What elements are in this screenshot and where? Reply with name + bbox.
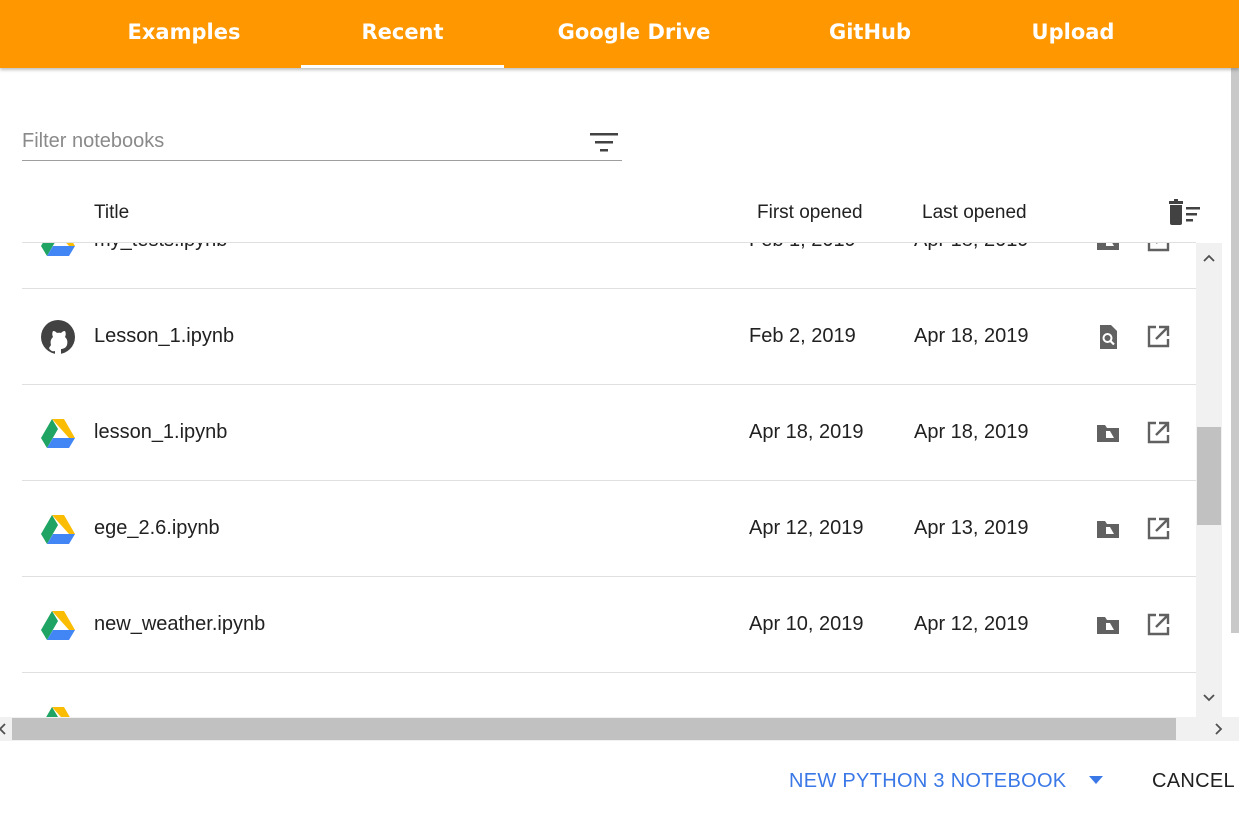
first-opened: Feb 1, 2019 — [749, 243, 856, 252]
first-opened: Apr 12, 2019 — [749, 517, 864, 539]
source-tabs: Examples Recent Google Drive GitHub Uplo… — [0, 0, 1239, 68]
notebook-list: my_tests.ipynb Feb 1, 2019 Apr 18, 2019 … — [22, 243, 1196, 717]
open-in-new-icon[interactable] — [1145, 420, 1171, 446]
filter-notebooks — [22, 124, 622, 161]
vertical-scrollbar[interactable] — [1196, 243, 1222, 717]
last-opened: Apr 18, 2019 — [914, 421, 1029, 443]
drive-folder-icon[interactable] — [1095, 612, 1121, 638]
google-drive-icon — [41, 515, 75, 544]
last-opened: Apr 18, 2019 — [914, 243, 1029, 252]
tab-github[interactable]: GitHub — [815, 0, 925, 68]
notebook-title[interactable]: my_tests.ipynb — [94, 243, 227, 252]
first-opened: Apr 10, 2019 — [749, 613, 864, 635]
notebook-title[interactable]: Lesson_1.ipynb — [94, 325, 234, 348]
google-drive-icon — [41, 419, 75, 448]
last-opened: Apr 13, 2019 — [914, 517, 1029, 539]
delete-sweep-icon[interactable] — [1166, 199, 1200, 227]
open-in-new-icon[interactable] — [1145, 516, 1171, 542]
tab-upload[interactable]: Upload — [1020, 0, 1126, 68]
dialog-footer: NEW PYTHON 3 NOTEBOOK CANCEL — [0, 741, 1239, 815]
search-document-icon[interactable] — [1095, 324, 1121, 350]
notebook-title[interactable]: new_weather.ipynb — [94, 613, 265, 636]
last-opened: Apr 18, 2019 — [914, 325, 1029, 347]
drive-folder-icon[interactable] — [1095, 420, 1121, 446]
scroll-down-icon[interactable] — [1202, 691, 1216, 705]
cancel-button[interactable]: CANCEL — [1152, 770, 1235, 793]
table-row[interactable]: new_weather.ipynb Apr 10, 2019 Apr 12, 2… — [22, 577, 1196, 673]
drive-folder-icon[interactable] — [1095, 243, 1121, 254]
table-row[interactable]: ege_2.6.ipynb Apr 12, 2019 Apr 13, 2019 — [22, 481, 1196, 577]
filter-input[interactable] — [22, 124, 562, 158]
tab-google-drive[interactable]: Google Drive — [548, 0, 720, 68]
open-in-new-icon[interactable] — [1145, 612, 1171, 638]
scroll-right-icon[interactable] — [1211, 722, 1225, 736]
notebook-title[interactable]: lesson_1.ipynb — [94, 421, 227, 444]
new-python3-notebook-button[interactable]: NEW PYTHON 3 NOTEBOOK — [789, 770, 1066, 793]
vertical-scroll-thumb[interactable] — [1197, 427, 1221, 525]
open-in-new-icon[interactable] — [1145, 324, 1171, 350]
column-title[interactable]: Title — [94, 202, 129, 224]
last-opened: Apr 12, 2019 — [914, 613, 1029, 635]
google-drive-icon — [46, 707, 70, 717]
scroll-up-icon[interactable] — [1202, 251, 1216, 265]
github-icon — [41, 320, 75, 354]
drive-folder-icon[interactable] — [1095, 516, 1121, 542]
dialog-scrollbar[interactable] — [1231, 68, 1239, 633]
horizontal-scrollbar[interactable] — [0, 717, 1239, 741]
table-row[interactable]: my_tests.ipynb Feb 1, 2019 Apr 18, 2019 — [22, 243, 1196, 289]
caret-down-icon[interactable] — [1086, 773, 1106, 787]
column-first-opened[interactable]: First opened — [757, 202, 863, 224]
first-opened: Apr 18, 2019 — [749, 421, 864, 443]
first-opened: Feb 2, 2019 — [749, 325, 856, 347]
column-last-opened[interactable]: Last opened — [922, 202, 1027, 224]
tab-examples[interactable]: Examples — [110, 0, 258, 68]
table-header: Title First opened Last opened — [0, 190, 1239, 242]
google-drive-icon — [41, 611, 75, 640]
horizontal-scroll-thumb[interactable] — [12, 718, 1176, 740]
scroll-left-icon[interactable] — [0, 722, 10, 736]
filter-list-icon[interactable] — [590, 130, 618, 154]
table-row[interactable]: lesson_1.ipynb Apr 18, 2019 Apr 18, 2019 — [22, 385, 1196, 481]
open-in-new-icon[interactable] — [1145, 243, 1171, 254]
table-row[interactable]: Lesson_1.ipynb Feb 2, 2019 Apr 18, 2019 — [22, 289, 1196, 385]
notebook-title[interactable]: ege_2.6.ipynb — [94, 517, 220, 540]
table-row[interactable] — [22, 673, 1196, 717]
tab-recent[interactable]: Recent — [301, 0, 504, 68]
google-drive-icon — [41, 243, 75, 256]
